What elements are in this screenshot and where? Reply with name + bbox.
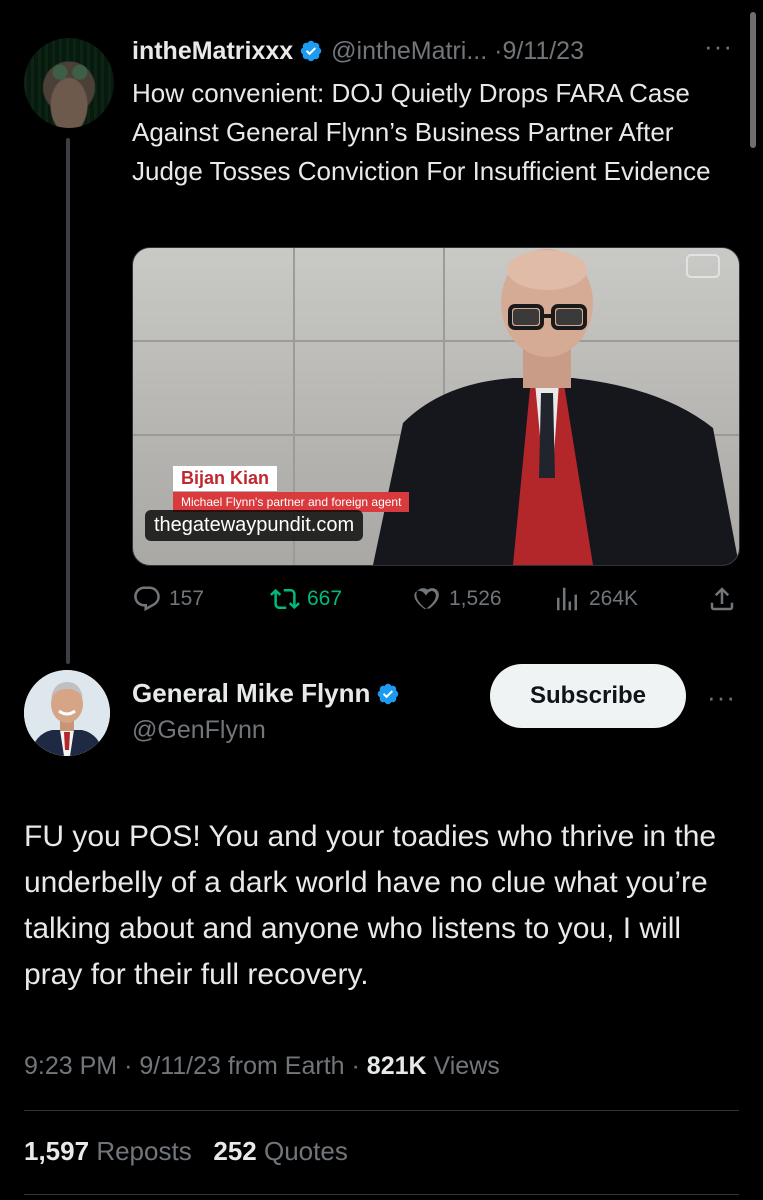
reply-button[interactable]: 157: [132, 584, 204, 614]
separator-dot: ·: [351, 1052, 367, 1080]
repost-icon: [270, 588, 300, 610]
repost-count: 667: [307, 587, 343, 610]
verified-badge-icon: [378, 683, 399, 704]
quotes-stat[interactable]: 252 Quotes: [213, 1136, 347, 1166]
views-icon: [557, 587, 577, 611]
avatar-inthematrixxx[interactable]: [24, 38, 114, 128]
reply-count: 157: [169, 587, 205, 610]
tweet1-display-name[interactable]: intheMatrixxx: [132, 37, 293, 66]
media-overlay-icon: [686, 254, 720, 278]
lower-third: Bijan Kian Michael Flynn's partner and f…: [173, 466, 410, 512]
separator-dot: ·: [124, 1052, 140, 1080]
scrollbar[interactable]: [750, 12, 756, 148]
avatar-portrait: [24, 670, 110, 756]
tweet2-engagement-stats: 1,597 Reposts 252 Quotes: [24, 1136, 348, 1167]
tweet1-header: intheMatrixxx @intheMatri... · 9/11/23: [132, 33, 584, 69]
share-icon: [710, 587, 734, 611]
tweet1-date[interactable]: 9/11/23: [502, 37, 584, 66]
more-icon[interactable]: ···: [704, 31, 733, 62]
reposts-count: 1,597: [24, 1136, 90, 1166]
tweet1-action-bar: 157 667 1,526 264K: [132, 584, 738, 616]
thread-line: [66, 138, 70, 664]
person-photo: [373, 249, 739, 565]
reposts-stat[interactable]: 1,597 Reposts: [24, 1136, 192, 1166]
more-icon[interactable]: ···: [707, 682, 736, 713]
tweet2-text: FU you POS! You and your toadies who thr…: [24, 820, 717, 991]
repost-button[interactable]: 667: [270, 584, 342, 614]
views-count: 264K: [589, 587, 639, 610]
tweet2-time[interactable]: 9:23 PM: [24, 1052, 117, 1080]
tweet2-meta: 9:23 PM · 9/11/23 from Earth · 821K View…: [24, 1052, 500, 1081]
quotes-label: Quotes: [264, 1136, 348, 1166]
tweet2-source: from Earth: [227, 1052, 345, 1080]
tweet1-media-card[interactable]: Bijan Kian Michael Flynn's partner and f…: [132, 247, 740, 566]
lower-third-subtitle: Michael Flynn's partner and foreign agen…: [173, 492, 410, 512]
tweet2-handle[interactable]: @GenFlynn: [132, 716, 266, 745]
quotes-count: 252: [213, 1136, 257, 1166]
tweet2-name-row: General Mike Flynn: [132, 678, 408, 709]
avatar-genflynn[interactable]: [24, 670, 110, 756]
tweet2-date[interactable]: 9/11/23: [139, 1052, 221, 1080]
reposts-label: Reposts: [96, 1136, 192, 1166]
views-button[interactable]: 264K: [552, 584, 638, 614]
tweet2-views-label: Views: [433, 1052, 500, 1080]
tweet2-views-count: 821K: [366, 1052, 427, 1080]
like-icon: [414, 588, 439, 610]
lower-third-name: Bijan Kian: [173, 466, 278, 491]
tweet2-display-name[interactable]: General Mike Flynn: [132, 678, 370, 709]
like-button[interactable]: 1,526: [412, 584, 502, 614]
divider: [24, 1110, 739, 1111]
share-button[interactable]: [707, 584, 744, 614]
divider: [24, 1194, 739, 1195]
reply-icon: [134, 586, 160, 612]
separator-dot: ·: [487, 36, 503, 65]
tweet1-text: How convenient: DOJ Quietly Drops FARA C…: [132, 78, 711, 186]
link-source-label[interactable]: thegatewaypundit.com: [145, 510, 364, 541]
tweet1-handle[interactable]: @intheMatri...: [331, 37, 487, 66]
subscribe-button[interactable]: Subscribe: [490, 664, 686, 728]
verified-badge-icon: [300, 40, 322, 62]
like-count: 1,526: [449, 587, 502, 610]
